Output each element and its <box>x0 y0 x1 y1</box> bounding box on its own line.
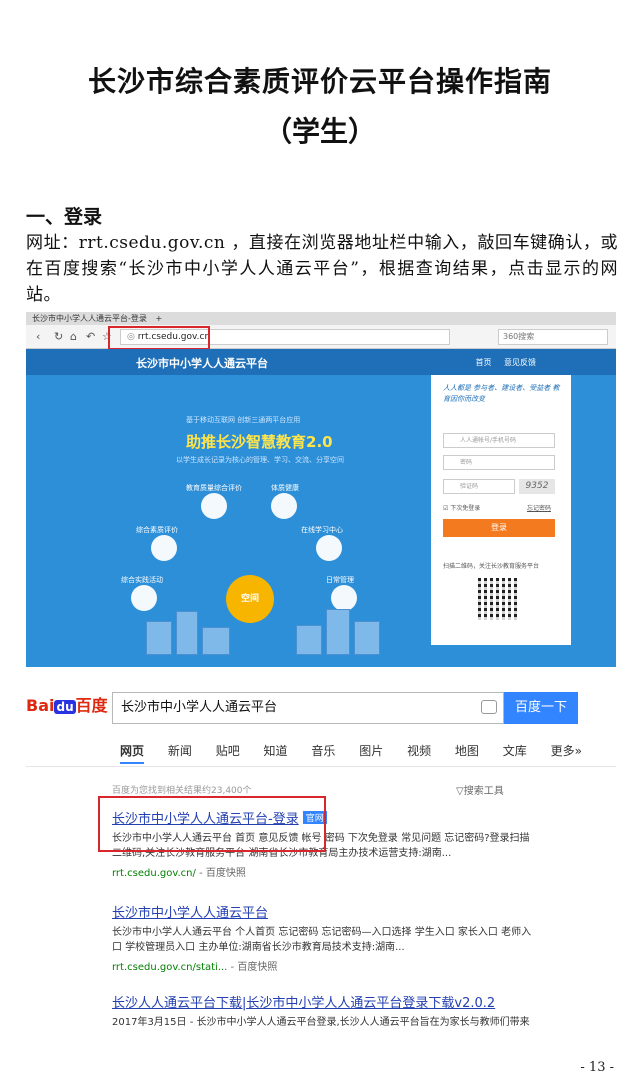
tabs-divider <box>26 766 616 767</box>
bubble-icon <box>201 493 227 519</box>
instruction-paragraph: 网址：rrt.csedu.gov.cn ，直接在浏览器地址栏中输入，敲回车键确认… <box>26 233 618 305</box>
search-result: 长沙人人通云平台下载|长沙市中小学人人通云平台登录下载v2.0.2 2017年3… <box>112 992 532 1030</box>
reload-icon[interactable]: ↻ <box>54 330 63 343</box>
site-nav: 首页 意见反馈 <box>465 357 536 368</box>
tab-map[interactable]: 地图 <box>455 744 479 758</box>
result-url: rrt.csedu.gov.cn/ - 百度快照 <box>112 864 532 879</box>
result-description: 2017年3月15日 - 长沙市中小学人人通云平台登录,长沙人人通云平台旨在为家… <box>112 1017 530 1028</box>
search-tabs: 网页 新闻 贴吧 知道 音乐 图片 视频 地图 文库 更多» <box>120 742 602 764</box>
city-illustration <box>146 605 386 655</box>
password-field[interactable]: 密码 <box>443 455 555 470</box>
search-query: 长沙市中小学人人通云平台 <box>121 700 278 715</box>
page-number: - 13 - <box>580 1060 614 1075</box>
bubble-label: 在线学习中心 <box>301 526 343 534</box>
qr-caption: 扫描二维码，关注长沙教育服务平台 <box>443 563 540 570</box>
home-icon[interactable]: ⌂ <box>70 330 77 343</box>
bubble-label: 教育质量综合评价 <box>186 484 242 492</box>
site-nav-feedback[interactable]: 意见反馈 <box>504 358 536 367</box>
back-icon[interactable]: ‹ <box>36 330 40 343</box>
undo-icon[interactable]: ↶ <box>86 330 95 343</box>
url-highlight-box <box>108 326 210 350</box>
result-count: 百度为您找到相关结果约23,400个 <box>112 786 252 796</box>
result-description: 长沙市中小学人人通云平台 个人首页 忘记密码 忘记密码—入口选择 学生入口 家长… <box>112 927 532 953</box>
filter-icon: ▽ <box>456 786 464 797</box>
tab-zhidao[interactable]: 知道 <box>264 744 288 758</box>
result-title-link[interactable]: 长沙人人通云平台下载|长沙市中小学人人通云平台登录下载v2.0.2 <box>112 996 495 1011</box>
tab-music[interactable]: 音乐 <box>311 744 335 758</box>
snapshot-link[interactable]: - 百度快照 <box>231 962 278 973</box>
username-field[interactable]: 人人通帐号/手机号码 <box>443 433 555 448</box>
bubble-label: 综合素质评价 <box>136 526 178 534</box>
captcha-image[interactable]: 9352 <box>519 479 555 494</box>
result-url-text[interactable]: rrt.csedu.gov.cn/ <box>112 868 196 879</box>
logo-bai: Bai <box>26 696 55 715</box>
tab-wenku[interactable]: 文库 <box>503 744 527 758</box>
tab-tieba[interactable]: 贴吧 <box>216 744 240 758</box>
result-title-link[interactable]: 长沙市中小学人人通云平台 <box>112 906 268 921</box>
hero-slogan: 助推长沙智慧教育2.0 <box>186 433 333 451</box>
tab-web[interactable]: 网页 <box>120 744 145 764</box>
bubble-icon <box>151 535 177 561</box>
result-url-text[interactable]: rrt.csedu.gov.cn/stati... <box>112 962 227 973</box>
snapshot-link[interactable]: - 百度快照 <box>199 868 246 879</box>
remember-label: 下次免登录 <box>450 505 481 512</box>
site-name: 长沙市中小学人人通云平台 <box>136 357 268 370</box>
result-highlight-box <box>98 796 326 852</box>
captcha-field[interactable]: 验证码 <box>443 479 515 494</box>
logo-du: du <box>54 700 76 714</box>
tab-news[interactable]: 新闻 <box>168 744 192 758</box>
bubble-label: 综合实践活动 <box>121 576 163 584</box>
bubble-label: 日常管理 <box>326 576 354 584</box>
tab-more[interactable]: 更多» <box>551 744 582 758</box>
login-panel: 人人都是 参与者、建设者、受益者 教育因你而改变 人人通帐号/手机号码 密码 验… <box>431 375 571 645</box>
bubble-label: 体质健康 <box>271 484 299 492</box>
camera-icon[interactable] <box>481 700 497 714</box>
result-url: rrt.csedu.gov.cn/stati... - 百度快照 <box>112 958 532 973</box>
tab-video[interactable]: 视频 <box>407 744 431 758</box>
browser-search-input[interactable]: 360搜索 <box>498 329 608 345</box>
bubble-icon <box>316 535 342 561</box>
login-page-screenshot: 长沙市中小学人人通云平台-登录 + ‹ ↻ ⌂ ↶ ☆ ◎ rrt.csedu.… <box>26 312 616 667</box>
search-result: 长沙市中小学人人通云平台 长沙市中小学人人通云平台 个人首页 忘记密码 忘记密码… <box>112 902 532 973</box>
bubble-icon <box>271 493 297 519</box>
baidu-search-button[interactable]: 百度一下 <box>504 692 578 724</box>
baidu-search-input[interactable]: 长沙市中小学人人通云平台 <box>112 692 504 724</box>
baidu-search-screenshot: Bai du 百度 长沙市中小学人人通云平台 百度一下 网页 新闻 贴吧 知道 音乐… <box>26 680 616 1050</box>
password-placeholder: 密码 <box>460 459 473 466</box>
search-tools[interactable]: ▽搜索工具 <box>456 782 504 797</box>
browser-search-placeholder: 360搜索 <box>503 332 535 341</box>
document-title: 长沙市综合素质评价云平台操作指南 <box>87 65 552 98</box>
hero-description: 以学生成长记录为核心的管理、学习、交流、分享空间 <box>176 456 344 464</box>
login-button[interactable]: 登录 <box>443 519 555 537</box>
hero-tagline: 基于移动互联网 创新三通两平台应用 <box>186 416 301 424</box>
browser-tab[interactable]: 长沙市中小学人人通云平台-登录 <box>32 314 147 323</box>
qr-code-overlay <box>478 578 520 620</box>
remember-checkbox[interactable]: ☑ 下次免登录 <box>443 503 480 512</box>
forgot-password-link[interactable]: 忘记密码 <box>527 503 551 512</box>
new-tab-button[interactable]: + <box>155 314 162 323</box>
logo-baidu-text: 百度 <box>75 696 108 715</box>
section-heading: 一、登录 <box>26 206 103 228</box>
login-slogan: 人人都是 参与者、建设者、受益者 教育因你而改变 <box>443 384 560 403</box>
browser-tab-bar: 长沙市中小学人人通云平台-登录 + <box>26 312 616 325</box>
search-tools-label: 搜索工具 <box>463 786 504 797</box>
document-subtitle: （学生） <box>263 115 376 148</box>
baidu-logo[interactable]: Bai du 百度 <box>26 692 108 716</box>
site-header: 长沙市中小学人人通云平台 首页 意见反馈 <box>26 349 616 375</box>
tab-images[interactable]: 图片 <box>359 744 383 758</box>
username-placeholder: 人人通帐号/手机号码 <box>460 437 517 444</box>
hero-banner: 基于移动互联网 创新三通两平台应用 助推长沙智慧教育2.0 以学生成长记录为核心… <box>26 375 426 667</box>
site-nav-home[interactable]: 首页 <box>475 358 491 367</box>
captcha-placeholder: 验证码 <box>460 483 479 490</box>
